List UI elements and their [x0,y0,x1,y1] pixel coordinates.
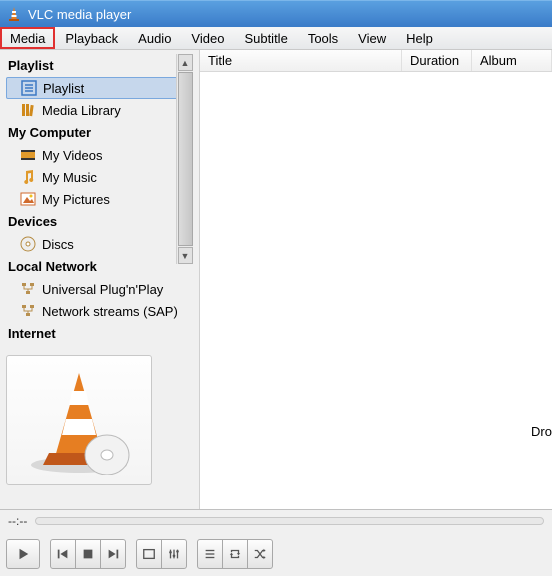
sidebar: Playlist Playlist Media Library My Compu… [0,50,193,509]
scroll-down-icon[interactable]: ▼ [178,247,193,264]
column-title[interactable]: Title [200,50,402,71]
group-devices-header: Devices [6,210,193,233]
vlc-cone-large-icon [19,365,139,475]
menubar: Media Playback Audio Video Subtitle Tool… [0,27,552,50]
group-localnetwork-header: Local Network [6,255,193,278]
next-icon [106,547,120,561]
group-mycomputer-header: My Computer [6,121,193,144]
view-group [136,539,187,569]
sidebar-item-my-music[interactable]: My Music [6,166,193,188]
loop-icon [228,547,242,561]
window-title: VLC media player [28,7,131,22]
playlist-view: Title Duration Album Dro [199,50,552,509]
menu-help[interactable]: Help [396,27,443,49]
menu-video[interactable]: Video [181,27,234,49]
sidebar-item-label: Discs [42,237,74,252]
menu-audio-label: Audio [138,31,171,46]
content-area: Playlist Playlist Media Library My Compu… [0,50,552,509]
video-icon [20,147,36,163]
time-row: --:-- [0,510,552,532]
controls-row [0,532,552,576]
elapsed-time[interactable]: --:-- [8,514,27,528]
menu-audio[interactable]: Audio [128,27,181,49]
sidebar-item-label: My Videos [42,148,102,163]
menu-media[interactable]: Media [0,27,55,49]
column-album-label: Album [480,53,517,68]
menu-subtitle[interactable]: Subtitle [234,27,297,49]
music-icon [20,169,36,185]
scroll-up-icon[interactable]: ▲ [178,54,193,71]
list-group [197,539,273,569]
loop-button[interactable] [222,539,248,569]
bottom-controls: --:-- [0,509,552,576]
equalizer-icon [167,547,181,561]
sidebar-item-label: My Music [42,170,97,185]
extended-settings-button[interactable] [161,539,187,569]
seek-slider[interactable] [35,517,544,525]
menu-tools[interactable]: Tools [298,27,348,49]
sidebar-item-my-videos[interactable]: My Videos [6,144,193,166]
column-duration-label: Duration [410,53,459,68]
library-icon [20,102,36,118]
menu-help-label: Help [406,31,433,46]
shuffle-icon [253,547,267,561]
menu-view[interactable]: View [348,27,396,49]
menu-video-label: Video [191,31,224,46]
transport-group [50,539,126,569]
fullscreen-button[interactable] [136,539,162,569]
sidebar-item-discs[interactable]: Discs [6,233,193,255]
stop-icon [81,547,95,561]
menu-tools-label: Tools [308,31,338,46]
sidebar-item-label: Media Library [42,103,121,118]
playlist-toggle-icon [203,547,217,561]
shuffle-button[interactable] [247,539,273,569]
previous-icon [56,547,70,561]
sidebar-item-label: My Pictures [42,192,110,207]
sidebar-item-sap[interactable]: Network streams (SAP) [6,300,193,322]
network-icon [20,281,36,297]
picture-icon [20,191,36,207]
column-title-label: Title [208,53,232,68]
sidebar-item-my-pictures[interactable]: My Pictures [6,188,193,210]
play-button[interactable] [6,539,40,569]
scroll-thumb[interactable] [178,72,193,246]
previous-button[interactable] [50,539,76,569]
album-art-box [6,355,152,485]
playlist-body[interactable]: Dro [200,72,552,509]
sidebar-item-media-library[interactable]: Media Library [6,99,193,121]
disc-icon [20,236,36,252]
group-internet-header: Internet [6,322,193,345]
sidebar-item-label: Playlist [43,81,84,96]
group-playlist-header: Playlist [6,54,193,77]
playlist-icon [21,80,37,96]
fullscreen-icon [142,547,156,561]
column-album[interactable]: Album [472,50,552,71]
menu-media-label: Media [10,31,45,46]
menu-playback-label: Playback [65,31,118,46]
drop-hint-text: Dro [531,424,552,439]
sidebar-item-upnp[interactable]: Universal Plug'n'Play [6,278,193,300]
network-icon [20,303,36,319]
menu-view-label: View [358,31,386,46]
sidebar-scrollbar[interactable]: ▲ ▼ [176,54,193,264]
sidebar-item-label: Universal Plug'n'Play [42,282,163,297]
playlist-toggle-button[interactable] [197,539,223,569]
column-headers: Title Duration Album [200,50,552,72]
stop-button[interactable] [75,539,101,569]
vlc-cone-icon [6,6,22,22]
sidebar-item-label: Network streams (SAP) [42,304,178,319]
menu-playback[interactable]: Playback [55,27,128,49]
column-duration[interactable]: Duration [402,50,472,71]
next-button[interactable] [100,539,126,569]
menu-subtitle-label: Subtitle [244,31,287,46]
window-titlebar: VLC media player [0,0,552,27]
sidebar-item-playlist[interactable]: Playlist [6,77,187,99]
play-icon [16,547,30,561]
